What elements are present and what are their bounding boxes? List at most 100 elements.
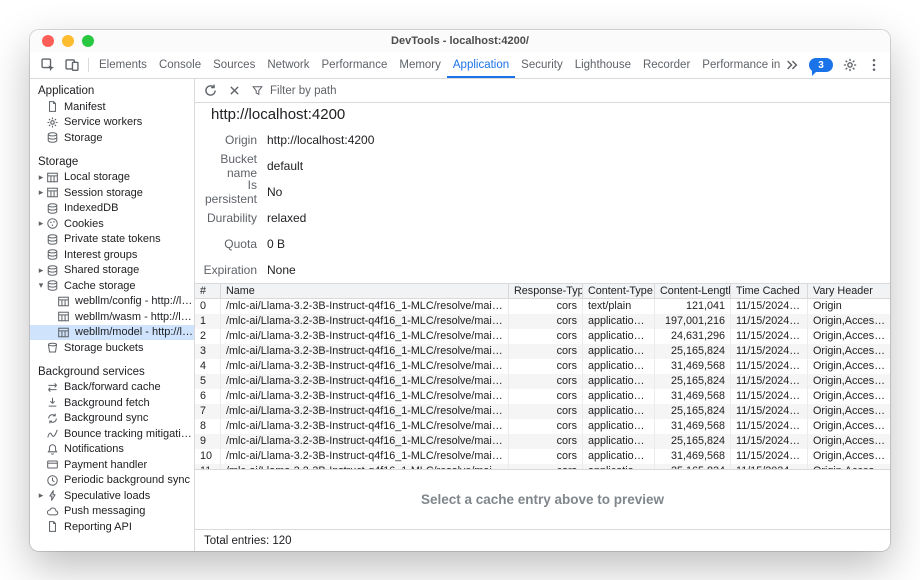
detail-row-origin: Originhttp://localhost:4200 bbox=[195, 127, 890, 153]
tab-recorder[interactable]: Recorder bbox=[637, 52, 696, 78]
zoom-window-button[interactable] bbox=[82, 35, 94, 47]
sidebar-item-shared-storage[interactable]: ▸ Shared storage bbox=[30, 263, 194, 279]
cache-entry-row[interactable]: 1/mlc-ai/Llama-3.2-3B-Instruct-q4f16_1-M… bbox=[195, 314, 890, 329]
sidebar-item-push-messaging[interactable]: Push messaging bbox=[30, 504, 194, 520]
sidebar-item-notifications[interactable]: Notifications bbox=[30, 442, 194, 458]
column-header-response-type[interactable]: Response-Type bbox=[509, 284, 583, 298]
panel-tabs: ElementsConsoleSourcesNetworkPerformance… bbox=[93, 52, 780, 78]
tab-network[interactable]: Network bbox=[261, 52, 315, 78]
issues-badge[interactable]: 3 bbox=[809, 58, 833, 72]
cache-entry-row[interactable]: 0/mlc-ai/Llama-3.2-3B-Instruct-q4f16_1-M… bbox=[195, 299, 890, 314]
cell-name: /mlc-ai/Llama-3.2-3B-Instruct-q4f16_1-ML… bbox=[221, 419, 509, 434]
sidebar-item-speculative-loads[interactable]: ▸Speculative loads bbox=[30, 488, 194, 504]
cell-content-type: application/oc... bbox=[583, 374, 655, 389]
cache-entry-row[interactable]: 10/mlc-ai/Llama-3.2-3B-Instruct-q4f16_1-… bbox=[195, 449, 890, 464]
chevron-down-icon[interactable]: ▾ bbox=[36, 281, 46, 290]
sidebar-item-reporting-api[interactable]: Reporting API bbox=[30, 519, 194, 535]
chevron-right-icon[interactable]: ▸ bbox=[36, 266, 46, 275]
tab-lighthouse[interactable]: Lighthouse bbox=[569, 52, 637, 78]
detail-value: default bbox=[267, 159, 303, 173]
column-header-name[interactable]: Name bbox=[221, 284, 509, 298]
tab-application[interactable]: Application bbox=[447, 52, 515, 78]
close-window-button[interactable] bbox=[42, 35, 54, 47]
tab-performance-insights[interactable]: Performance insights bbox=[696, 52, 780, 78]
cell-vary-header: Origin,Access... bbox=[808, 434, 890, 449]
column-header-time-cached[interactable]: Time Cached bbox=[731, 284, 808, 298]
devtools-tabbar: ElementsConsoleSourcesNetworkPerformance… bbox=[30, 52, 890, 79]
cache-entry-row[interactable]: 2/mlc-ai/Llama-3.2-3B-Instruct-q4f16_1-M… bbox=[195, 329, 890, 344]
sidebar-item-session-storage[interactable]: ▸ Session storage bbox=[30, 185, 194, 201]
settings-gear-icon[interactable] bbox=[842, 57, 858, 73]
sidebar-item-background-fetch[interactable]: Background fetch bbox=[30, 395, 194, 411]
tab-security[interactable]: Security bbox=[515, 52, 569, 78]
detail-row-quota: Quota0 B bbox=[195, 231, 890, 257]
sidebar-item-storage[interactable]: Storage bbox=[30, 130, 194, 146]
sidebar-item-indexeddb[interactable]: IndexedDB bbox=[30, 201, 194, 217]
refresh-icon[interactable] bbox=[203, 83, 218, 98]
tab-memory[interactable]: Memory bbox=[393, 52, 447, 78]
sidebar-item-private-state-tokens[interactable]: Private state tokens bbox=[30, 232, 194, 248]
menu-dots-icon[interactable] bbox=[866, 57, 882, 73]
cell-content-type: application/oc... bbox=[583, 389, 655, 404]
sidebar-item-label: Cache storage bbox=[64, 280, 136, 292]
sidebar-item-interest-groups[interactable]: Interest groups bbox=[30, 247, 194, 263]
leftright-icon bbox=[46, 381, 59, 394]
sidebar-item-cache-storage[interactable]: ▾ Cache storage bbox=[30, 278, 194, 294]
sidebar-item-payment-handler[interactable]: Payment handler bbox=[30, 457, 194, 473]
detail-value: None bbox=[267, 263, 296, 277]
cell-name: /mlc-ai/Llama-3.2-3B-Instruct-q4f16_1-ML… bbox=[221, 389, 509, 404]
sidebar-item-label: Session storage bbox=[64, 187, 143, 199]
cache-entry-row[interactable]: 7/mlc-ai/Llama-3.2-3B-Instruct-q4f16_1-M… bbox=[195, 404, 890, 419]
cache-metadata: Originhttp://localhost:4200Bucket namede… bbox=[195, 127, 890, 283]
sidebar-item-service-workers[interactable]: Service workers bbox=[30, 115, 194, 131]
tab-elements[interactable]: Elements bbox=[93, 52, 153, 78]
cache-entry-row[interactable]: 6/mlc-ai/Llama-3.2-3B-Instruct-q4f16_1-M… bbox=[195, 389, 890, 404]
cell-name: /mlc-ai/Llama-3.2-3B-Instruct-q4f16_1-ML… bbox=[221, 314, 509, 329]
tab-sources[interactable]: Sources bbox=[207, 52, 261, 78]
cache-entry-row[interactable]: 8/mlc-ai/Llama-3.2-3B-Instruct-q4f16_1-M… bbox=[195, 419, 890, 434]
column-header-content-type[interactable]: Content-Type bbox=[583, 284, 655, 298]
device-toolbar-icon[interactable] bbox=[64, 57, 80, 73]
sidebar-item-webllm-config-http-loc[interactable]: webllm/config - http://loc... bbox=[30, 294, 194, 310]
sidebar-item-back-forward-cache[interactable]: Back/forward cache bbox=[30, 380, 194, 396]
cell-response-type: cors bbox=[509, 359, 583, 374]
cache-entry-row[interactable]: 3/mlc-ai/Llama-3.2-3B-Instruct-q4f16_1-M… bbox=[195, 344, 890, 359]
chevron-right-icon[interactable]: ▸ bbox=[36, 173, 46, 182]
sidebar-item-storage-buckets[interactable]: Storage buckets bbox=[30, 340, 194, 356]
sidebar-item-bounce-tracking-mitigations[interactable]: Bounce tracking mitigations bbox=[30, 426, 194, 442]
sidebar-item-label: webllm/model - http://loc... bbox=[75, 326, 194, 338]
chevron-right-icon[interactable]: ▸ bbox=[36, 188, 46, 197]
cache-entry-row[interactable]: 5/mlc-ai/Llama-3.2-3B-Instruct-q4f16_1-M… bbox=[195, 374, 890, 389]
cell-time-cached: 11/15/2024, 10... bbox=[731, 329, 808, 344]
chevron-right-icon[interactable]: ▸ bbox=[36, 491, 46, 500]
column-header-[interactable]: # bbox=[195, 284, 221, 298]
tab-performance[interactable]: Performance bbox=[316, 52, 394, 78]
delete-selected-icon[interactable] bbox=[227, 83, 242, 98]
sidebar-item-background-sync[interactable]: Background sync bbox=[30, 411, 194, 427]
sidebar-item-webllm-model-http-loc[interactable]: webllm/model - http://loc... bbox=[30, 325, 194, 341]
cell-vary-header: Origin,Access... bbox=[808, 389, 890, 404]
sidebar-item-label: Shared storage bbox=[64, 264, 139, 276]
sidebar-item-periodic-background-sync[interactable]: Periodic background sync bbox=[30, 473, 194, 489]
sidebar-item-webllm-wasm-http-loca[interactable]: webllm/wasm - http://loca... bbox=[30, 309, 194, 325]
toolbar-divider bbox=[88, 58, 89, 72]
chevron-right-icon[interactable]: ▸ bbox=[36, 219, 46, 228]
column-header-content-length[interactable]: Content-Length bbox=[655, 284, 731, 298]
column-header-vary-header[interactable]: Vary Header bbox=[808, 284, 890, 298]
cell-response-type: cors bbox=[509, 329, 583, 344]
cell-time-cached: 11/15/2024, 10... bbox=[731, 449, 808, 464]
sidebar-item-cookies[interactable]: ▸Cookies bbox=[30, 216, 194, 232]
sidebar-item-label: Service workers bbox=[64, 116, 142, 128]
tab-console[interactable]: Console bbox=[153, 52, 207, 78]
sidebar-item-local-storage[interactable]: ▸Local storage bbox=[30, 170, 194, 186]
cache-entry-row[interactable]: 9/mlc-ai/Llama-3.2-3B-Instruct-q4f16_1-M… bbox=[195, 434, 890, 449]
sidebar-item-label: Periodic background sync bbox=[64, 474, 190, 486]
detail-row-expiration: ExpirationNone bbox=[195, 257, 890, 283]
sidebar-item-manifest[interactable]: Manifest bbox=[30, 99, 194, 115]
more-tabs-icon[interactable] bbox=[784, 57, 800, 73]
clock-icon bbox=[46, 474, 59, 487]
filter-input[interactable]: Filter by path bbox=[251, 84, 336, 97]
cache-entry-row[interactable]: 4/mlc-ai/Llama-3.2-3B-Instruct-q4f16_1-M… bbox=[195, 359, 890, 374]
minimize-window-button[interactable] bbox=[62, 35, 74, 47]
inspect-element-icon[interactable] bbox=[40, 57, 56, 73]
